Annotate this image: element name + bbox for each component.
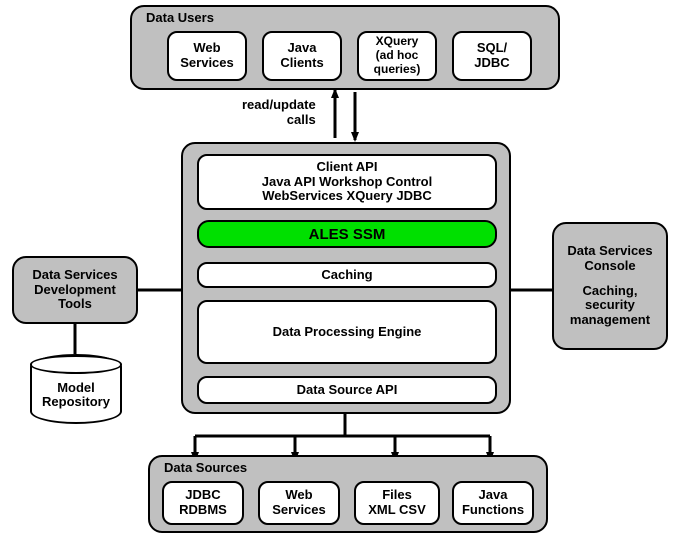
data-source-api-label: Data Source API xyxy=(297,383,398,398)
data-source-java-functions: Java Functions xyxy=(452,481,534,525)
data-source-jdbc: JDBC RDBMS xyxy=(162,481,244,525)
data-user-label: Java Clients xyxy=(280,41,323,71)
client-api-line3: WebServices XQuery JDBC xyxy=(262,189,432,204)
data-user-web-services: Web Services xyxy=(167,31,247,81)
dev-tools-panel: Data Services Development Tools xyxy=(12,256,138,324)
data-users-title: Data Users xyxy=(146,11,214,26)
data-user-sql-jdbc: SQL/ JDBC xyxy=(452,31,532,81)
data-source-label: JDBC RDBMS xyxy=(179,488,227,518)
data-source-files: Files XML CSV xyxy=(354,481,440,525)
core-panel: Client API Java API Workshop Control Web… xyxy=(181,142,511,414)
data-sources-title: Data Sources xyxy=(164,461,247,476)
dev-tools-title: Data Services Development Tools xyxy=(32,268,117,313)
data-user-label: SQL/ JDBC xyxy=(474,41,509,71)
model-repository-cylinder: Model Repository xyxy=(30,354,122,424)
data-user-label: Web Services xyxy=(180,41,234,71)
data-source-label: Files XML CSV xyxy=(368,488,426,518)
data-source-api-box: Data Source API xyxy=(197,376,497,404)
model-repository-label: Model Repository xyxy=(32,381,120,410)
ales-ssm-label: ALES SSM xyxy=(309,226,386,243)
console-subtitle: Caching, security management xyxy=(570,284,650,329)
read-update-label: read/update calls xyxy=(242,98,316,128)
data-sources-panel: Data Sources JDBC RDBMS Web Services Fil… xyxy=(148,455,548,533)
engine-label: Data Processing Engine xyxy=(273,325,422,340)
data-users-panel: Data Users Web Services Java Clients XQu… xyxy=(130,5,560,90)
data-source-label: Web Services xyxy=(272,488,326,518)
client-api-box: Client API Java API Workshop Control Web… xyxy=(197,154,497,210)
caching-label: Caching xyxy=(321,268,372,283)
data-source-web-services: Web Services xyxy=(258,481,340,525)
data-user-label: XQuery (ad hoc queries) xyxy=(374,35,421,76)
client-api-line2: Java API Workshop Control xyxy=(262,175,432,190)
engine-box: Data Processing Engine xyxy=(197,300,497,364)
ales-ssm-box: ALES SSM xyxy=(197,220,497,248)
console-panel: Data Services Console Caching, security … xyxy=(552,222,668,350)
client-api-line1: Client API xyxy=(317,160,378,175)
caching-box: Caching xyxy=(197,262,497,288)
data-source-label: Java Functions xyxy=(462,488,524,518)
console-title: Data Services Console xyxy=(567,244,652,274)
data-user-java-clients: Java Clients xyxy=(262,31,342,81)
data-user-xquery: XQuery (ad hoc queries) xyxy=(357,31,437,81)
